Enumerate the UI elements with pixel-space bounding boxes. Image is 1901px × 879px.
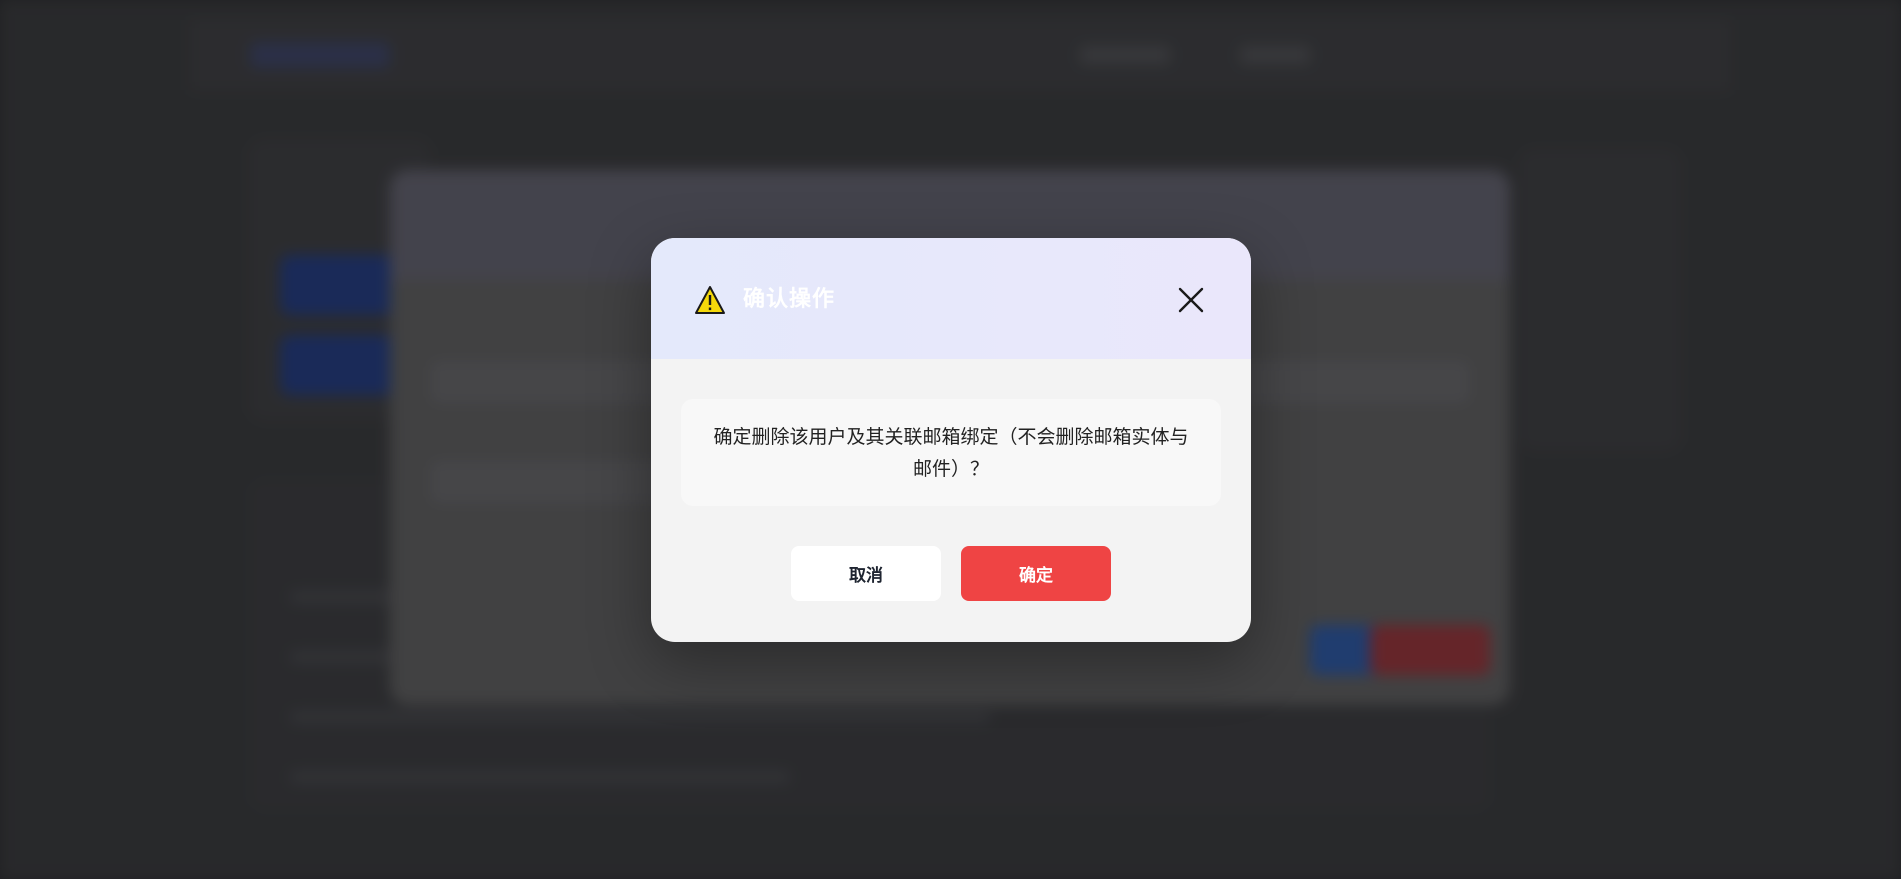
dialog-message: 确定删除该用户及其关联邮箱绑定（不会删除邮箱实体与邮件）？ bbox=[713, 425, 1189, 480]
cancel-button[interactable]: 取消 bbox=[791, 546, 941, 601]
dialog-message-box: 确定删除该用户及其关联邮箱绑定（不会删除邮箱实体与邮件）？ bbox=[681, 399, 1221, 506]
dialog-title: 确认操作 bbox=[743, 287, 836, 312]
dialog-header: 确认操作 bbox=[651, 238, 1251, 359]
warning-icon bbox=[695, 286, 725, 314]
close-icon[interactable] bbox=[1173, 282, 1209, 318]
confirm-dialog: 确认操作 确定删除该用户及其关联邮箱绑定（不会删除邮箱实体与邮件）？ 取消 确定 bbox=[651, 238, 1251, 642]
confirm-button[interactable]: 确定 bbox=[961, 546, 1111, 601]
